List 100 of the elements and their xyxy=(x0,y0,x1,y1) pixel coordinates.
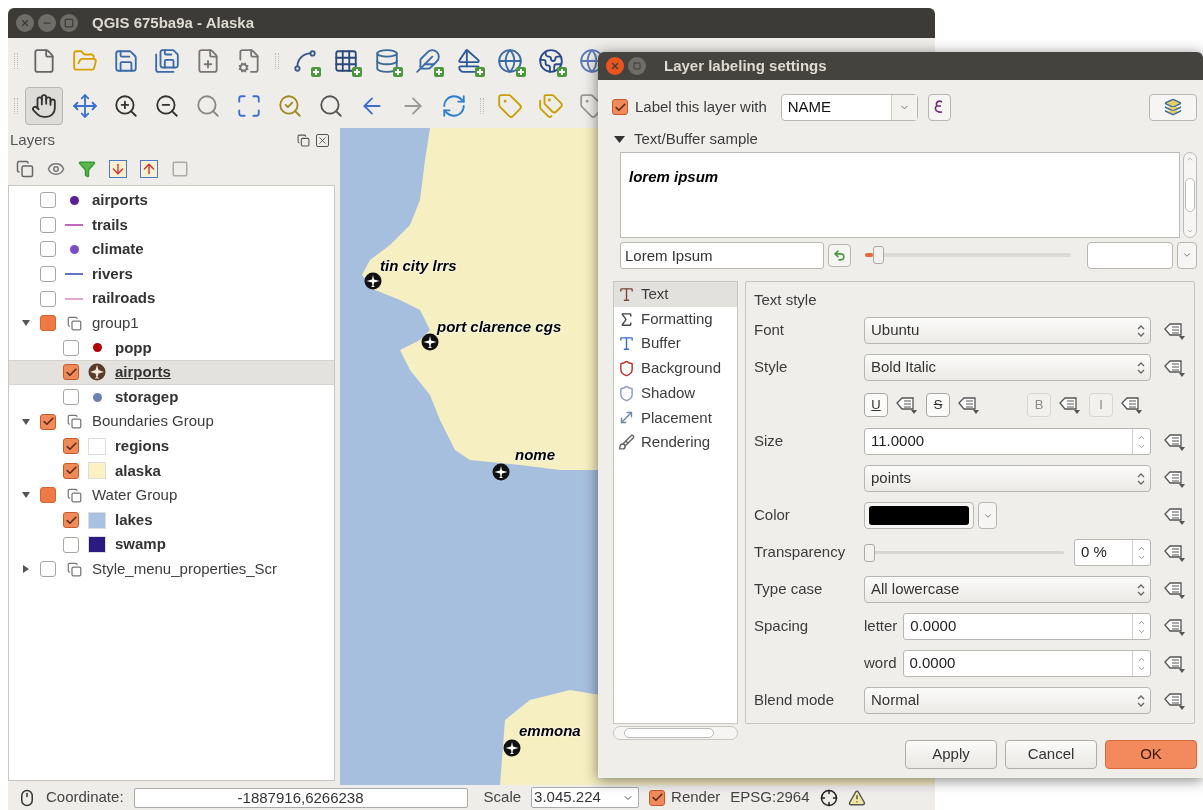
square-icon xyxy=(64,18,74,28)
dropdown[interactable]: points xyxy=(864,465,1151,492)
airport-marker-icon xyxy=(421,333,439,351)
list-dropdown-icon[interactable] xyxy=(1058,394,1082,415)
maximize-button[interactable] xyxy=(60,14,78,32)
file-icon xyxy=(31,47,57,74)
layer-row[interactable]: Boundaries Group xyxy=(9,409,334,434)
category-item[interactable]: Background xyxy=(614,356,737,381)
checkbox[interactable] xyxy=(63,536,79,553)
checkbox[interactable] xyxy=(40,315,56,332)
checkbox[interactable] xyxy=(40,241,56,258)
layer-row[interactable]: rivers xyxy=(9,261,334,287)
horizontal-scrollbar[interactable] xyxy=(613,726,738,740)
checkbox[interactable] xyxy=(63,364,79,381)
close-icon[interactable] xyxy=(316,134,329,147)
format-toggle[interactable]: S xyxy=(926,392,950,417)
layer-row[interactable]: railroads xyxy=(9,286,334,311)
checkbox[interactable] xyxy=(40,266,56,283)
format-toggle[interactable]: U xyxy=(864,392,888,417)
color-button[interactable] xyxy=(864,502,974,529)
layer-row[interactable]: Style_menu_properties_Scr xyxy=(9,556,334,582)
layer-row[interactable]: alaska xyxy=(9,458,334,484)
checkbox[interactable] xyxy=(40,290,56,307)
filter-icon[interactable] xyxy=(78,160,96,178)
plus-badge-icon xyxy=(311,66,321,77)
sample-text-field[interactable]: Lorem Ipsum xyxy=(620,241,824,269)
layer-row[interactable]: climate xyxy=(9,237,334,262)
layer-row[interactable]: Water Group xyxy=(9,483,334,508)
checkbox[interactable] xyxy=(40,192,56,209)
dropdown[interactable]: Normal xyxy=(864,687,1151,714)
pan-button[interactable] xyxy=(25,86,63,125)
close-button[interactable] xyxy=(16,14,34,32)
zoom-slider[interactable] xyxy=(865,245,1071,265)
field-label: Type case xyxy=(754,579,824,600)
expression-button[interactable] xyxy=(927,93,951,121)
checkbox[interactable] xyxy=(40,487,56,504)
collapse-all-icon[interactable] xyxy=(140,160,158,178)
checkbox[interactable] xyxy=(63,462,79,479)
rule-settings-button[interactable] xyxy=(1149,93,1197,121)
slider[interactable] xyxy=(864,542,1064,563)
layer-row[interactable]: popp xyxy=(9,335,334,361)
reset-button[interactable] xyxy=(828,243,851,267)
dropdown[interactable]: All lowercase xyxy=(864,576,1151,603)
number-field[interactable]: 11.0000 xyxy=(864,428,1151,455)
checkbox[interactable] xyxy=(40,413,56,430)
layer-name: swamp xyxy=(115,534,166,555)
slider-thumb[interactable] xyxy=(864,543,875,562)
add-group-icon[interactable] xyxy=(16,160,34,178)
checkbox[interactable] xyxy=(649,789,666,806)
collapse-arrow-icon[interactable] xyxy=(21,564,31,575)
coordinate-field[interactable]: -1887916,6266238 xyxy=(133,787,468,808)
number-field[interactable]: 0.0000 xyxy=(903,613,1151,640)
list-dropdown-icon xyxy=(1163,468,1187,489)
checkbox[interactable] xyxy=(63,438,79,455)
close-button[interactable] xyxy=(606,57,624,75)
eye-icon[interactable] xyxy=(47,160,65,178)
layer-row[interactable]: storagep xyxy=(9,384,334,410)
layer-row[interactable]: airports xyxy=(9,360,334,385)
layer-row[interactable]: regions xyxy=(9,433,334,459)
layer-name: airports xyxy=(115,362,171,383)
checkbox[interactable] xyxy=(63,512,79,528)
dialog-button[interactable]: Apply xyxy=(905,740,997,769)
checkbox[interactable] xyxy=(40,216,56,233)
layer-row[interactable]: group1 xyxy=(9,310,334,336)
category-item[interactable]: Text xyxy=(614,282,737,307)
category-item[interactable]: Formatting xyxy=(614,306,737,332)
dropdown[interactable]: Ubuntu xyxy=(864,317,1151,344)
dialog-button[interactable]: OK xyxy=(1105,740,1197,769)
background-color-field[interactable] xyxy=(1087,241,1173,269)
scale-field[interactable]: 3.045.224 xyxy=(531,787,640,808)
category-item[interactable]: Rendering xyxy=(614,430,737,455)
float-icon[interactable] xyxy=(297,134,310,147)
checkbox[interactable] xyxy=(612,99,628,115)
checkbox[interactable] xyxy=(40,561,56,578)
number-field[interactable]: 0.0000 xyxy=(902,650,1151,677)
layer-row[interactable]: airports xyxy=(9,188,334,213)
expand-all-icon[interactable] xyxy=(109,160,127,178)
minimize-button[interactable] xyxy=(38,14,56,32)
number-field[interactable]: 0 % xyxy=(1074,539,1151,566)
expand-arrow-icon[interactable] xyxy=(21,416,31,427)
checkbox-label[interactable]: Label this layer with xyxy=(635,95,767,119)
layer-row[interactable]: lakes xyxy=(9,507,334,533)
layer-row[interactable]: trails xyxy=(9,212,334,238)
list-dropdown-icon[interactable] xyxy=(1120,394,1144,415)
category-item[interactable]: Buffer xyxy=(614,331,737,357)
dropdown[interactable]: Bold Italic xyxy=(864,354,1151,381)
layer-row[interactable]: swamp xyxy=(9,532,334,557)
checkbox[interactable] xyxy=(63,339,79,356)
expand-arrow-icon[interactable] xyxy=(614,134,625,144)
field-dropdown[interactable]: NAME xyxy=(780,93,918,121)
category-item[interactable]: Placement xyxy=(614,405,737,431)
mouse-icon[interactable] xyxy=(18,788,36,807)
dialog-button[interactable]: Cancel xyxy=(1005,740,1097,769)
crs-label[interactable]: EPSG:2964 xyxy=(730,786,810,809)
list-dropdown-icon[interactable] xyxy=(957,394,981,415)
warning-icon[interactable] xyxy=(847,788,866,807)
slider-thumb[interactable] xyxy=(873,246,885,264)
checkbox[interactable] xyxy=(63,389,79,406)
category-item[interactable]: Shadow xyxy=(614,380,737,406)
list-dropdown-icon[interactable] xyxy=(895,394,919,415)
